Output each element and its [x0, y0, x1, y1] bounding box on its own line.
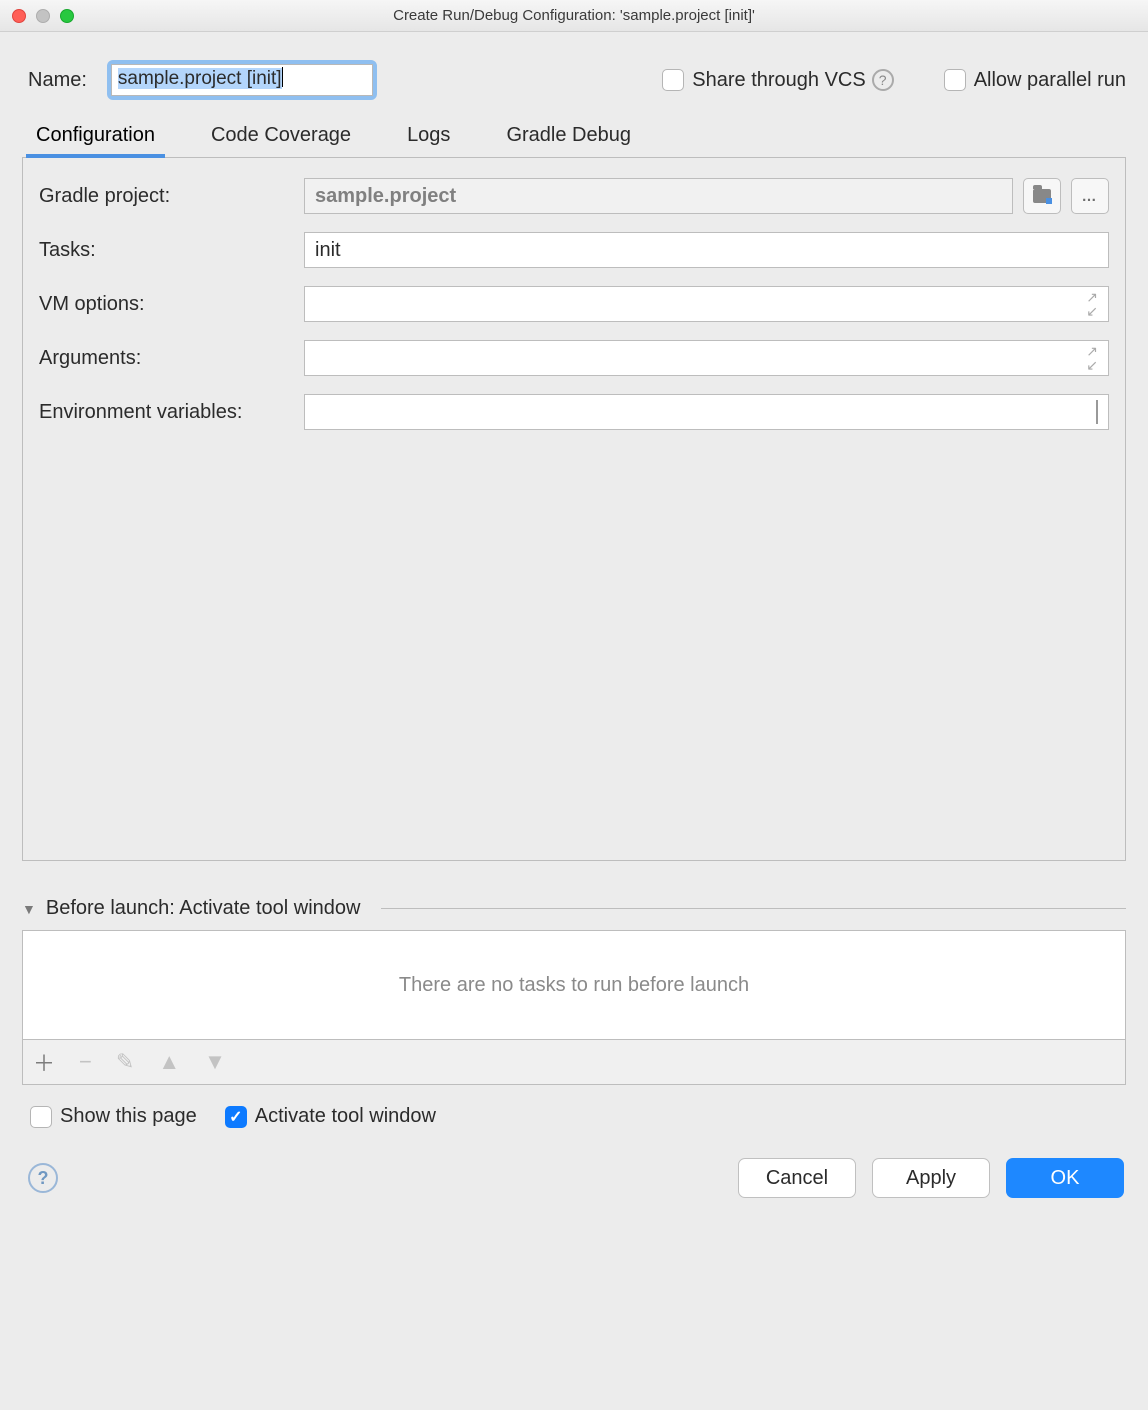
- env-vars-input[interactable]: [304, 394, 1109, 430]
- allow-parallel-label: Allow parallel run: [974, 69, 1126, 92]
- arguments-label: Arguments:: [39, 347, 294, 370]
- list-icon: [1096, 400, 1098, 424]
- gradle-project-more-button[interactable]: …: [1071, 178, 1109, 214]
- activate-tool-window-checkbox[interactable]: [225, 1106, 247, 1128]
- show-this-page-label: Show this page: [60, 1105, 197, 1128]
- divider: [381, 908, 1127, 909]
- tab-configuration[interactable]: Configuration: [28, 118, 163, 157]
- configuration-panel: Gradle project: sample.project … Tasks: …: [22, 157, 1126, 861]
- env-vars-browse-icon[interactable]: [1096, 401, 1098, 424]
- expand-icon[interactable]: ↗↙: [1086, 290, 1098, 318]
- move-down-button[interactable]: ▼: [204, 1049, 226, 1075]
- edit-task-button[interactable]: ✎: [116, 1049, 134, 1075]
- share-vcs-help-icon[interactable]: ?: [872, 69, 894, 91]
- show-this-page-checkbox[interactable]: [30, 1106, 52, 1128]
- before-launch-disclosure[interactable]: ▼: [22, 901, 36, 917]
- add-task-button[interactable]: ＋: [33, 1046, 55, 1078]
- apply-button[interactable]: Apply: [872, 1158, 990, 1198]
- arguments-input[interactable]: ↗↙: [304, 340, 1109, 376]
- allow-parallel-checkbox[interactable]: [944, 69, 966, 91]
- name-input[interactable]: sample.project [init]: [111, 64, 373, 96]
- expand-icon[interactable]: ↗↙: [1086, 344, 1098, 372]
- name-label: Name:: [28, 69, 87, 92]
- tab-code-coverage[interactable]: Code Coverage: [203, 118, 359, 157]
- ok-button[interactable]: OK: [1006, 1158, 1124, 1198]
- env-vars-label: Environment variables:: [39, 401, 294, 424]
- cancel-button[interactable]: Cancel: [738, 1158, 856, 1198]
- tab-gradle-debug[interactable]: Gradle Debug: [498, 118, 639, 157]
- help-button[interactable]: ?: [28, 1163, 58, 1193]
- before-launch-header: Before launch: Activate tool window: [46, 897, 361, 920]
- tasks-input[interactable]: init: [304, 232, 1109, 268]
- gradle-project-input[interactable]: sample.project: [304, 178, 1013, 214]
- activate-tool-window-label: Activate tool window: [255, 1105, 436, 1128]
- tab-logs[interactable]: Logs: [399, 118, 458, 157]
- move-up-button[interactable]: ▲: [158, 1049, 180, 1075]
- share-vcs-checkbox[interactable]: [662, 69, 684, 91]
- tabs: Configuration Code Coverage Logs Gradle …: [0, 118, 1148, 157]
- tasks-label: Tasks:: [39, 239, 294, 262]
- gradle-project-label: Gradle project:: [39, 185, 294, 208]
- before-launch-empty-text: There are no tasks to run before launch: [399, 974, 749, 997]
- before-launch-list: There are no tasks to run before launch: [22, 930, 1126, 1040]
- vm-options-label: VM options:: [39, 293, 294, 316]
- titlebar: Create Run/Debug Configuration: 'sample.…: [0, 0, 1148, 32]
- gradle-project-value: sample.project: [315, 185, 456, 208]
- share-vcs-label: Share through VCS: [692, 69, 865, 92]
- remove-task-button[interactable]: −: [79, 1049, 92, 1075]
- vm-options-input[interactable]: ↗↙: [304, 286, 1109, 322]
- tasks-value: init: [315, 239, 341, 262]
- gradle-project-browse-button[interactable]: [1023, 178, 1061, 214]
- folder-icon: [1033, 189, 1051, 203]
- window-title: Create Run/Debug Configuration: 'sample.…: [0, 7, 1148, 24]
